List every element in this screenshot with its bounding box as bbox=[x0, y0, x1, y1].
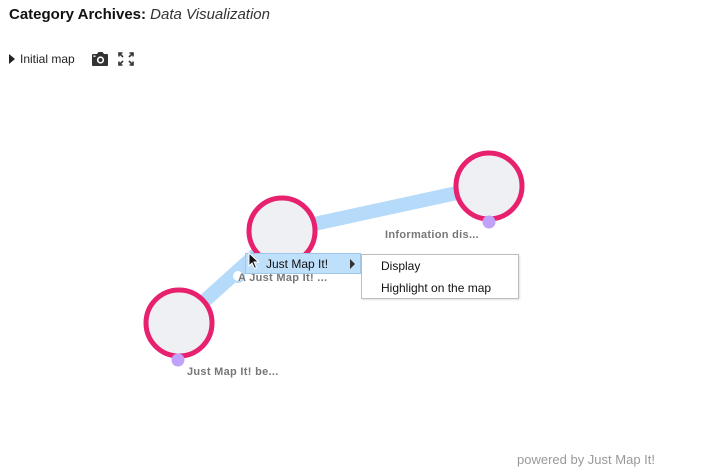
initial-map-label: Initial map bbox=[20, 52, 75, 66]
triangle-right-icon bbox=[9, 54, 15, 64]
page-title-prefix: Category Archives: bbox=[9, 6, 146, 23]
initial-map-toggle[interactable]: Initial map bbox=[9, 52, 75, 66]
node-handle bbox=[171, 353, 185, 367]
camera-icon[interactable] bbox=[91, 51, 109, 67]
mind-map-canvas bbox=[143, 150, 525, 367]
submenu-item-display[interactable]: Display bbox=[362, 255, 518, 277]
context-menu-item-just-map-it[interactable]: Just Map It! bbox=[245, 253, 361, 274]
node-label-just-map-it-be[interactable]: Just Map It! be... bbox=[187, 366, 279, 378]
submenu-arrow-icon bbox=[350, 259, 355, 269]
context-menu-item-label: Just Map It! bbox=[266, 256, 329, 271]
fullscreen-icon[interactable] bbox=[117, 51, 135, 67]
map-node-information[interactable] bbox=[453, 150, 525, 229]
node-handle bbox=[482, 215, 496, 229]
page-title: Category Archives: Data Visualization bbox=[9, 6, 270, 24]
context-submenu: Display Highlight on the map bbox=[361, 254, 519, 299]
submenu-item-highlight[interactable]: Highlight on the map bbox=[362, 277, 518, 299]
map-toolbar: Initial map bbox=[9, 50, 135, 68]
map-node-just-map-it-be[interactable] bbox=[143, 287, 215, 367]
mind-map bbox=[0, 80, 718, 474]
page-title-category: Data Visualization bbox=[150, 6, 270, 23]
powered-by-link[interactable]: powered by Just Map It! bbox=[517, 452, 655, 467]
mouse-pointer-icon bbox=[248, 252, 260, 270]
node-label-information[interactable]: Information dis... bbox=[385, 229, 479, 241]
